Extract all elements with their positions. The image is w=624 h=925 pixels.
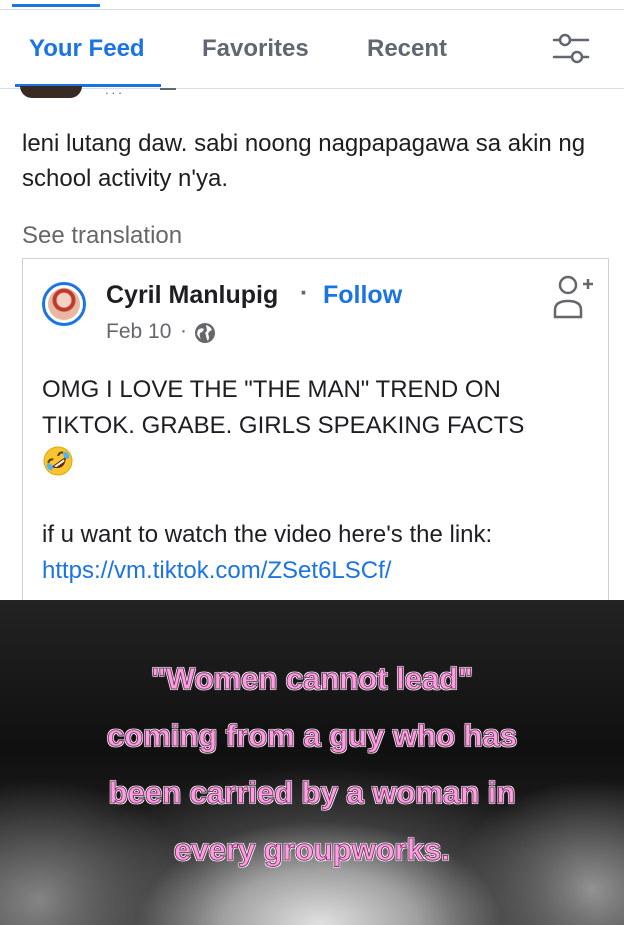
video-caption-line: been carried by a woman in: [108, 775, 516, 811]
follow-button[interactable]: Follow: [323, 281, 402, 310]
feed-tab-bar: Your Feed Favorites Recent: [0, 10, 624, 89]
previous-post-meta-fragment: ...: [105, 82, 125, 97]
date-separator: ·: [180, 319, 187, 342]
tab-favorites[interactable]: Favorites: [202, 35, 309, 63]
top-edge: [0, 0, 624, 10]
shared-post-card[interactable]: Cyril Manlupig · Follow Feb 10 · OMG I L…: [22, 258, 609, 619]
link-intro-text: if u want to watch the video here's the …: [42, 521, 493, 548]
author-separator: ·: [300, 279, 309, 307]
author-avatar[interactable]: [42, 282, 86, 326]
tab-recent[interactable]: Recent: [367, 35, 447, 63]
see-translation-link[interactable]: See translation: [22, 222, 182, 250]
top-active-indicator: [12, 4, 100, 7]
video-caption-line: every groupworks.: [174, 832, 451, 868]
previous-post-avatar: [20, 86, 82, 98]
post-text: leni lutang daw. sabi noong nagpapagawa …: [22, 130, 586, 192]
video-preview[interactable]: "Women cannot lead" coming from a guy wh…: [0, 600, 624, 925]
globe-icon: [195, 323, 215, 343]
shared-post-body: OMG I LOVE THE "THE MAN" TREND ON TIKTOK…: [42, 376, 525, 439]
tab-your-feed[interactable]: Your Feed: [29, 35, 145, 63]
video-caption-line: coming from a guy who has: [107, 718, 518, 754]
add-friend-icon[interactable]: [551, 273, 595, 321]
author-name[interactable]: Cyril Manlupig: [106, 281, 278, 310]
rolling-on-floor-laughing-emoji-icon: [43, 446, 73, 476]
previous-post-meta-fragment-line: [160, 88, 176, 90]
filter-icon[interactable]: [548, 32, 594, 70]
post-date[interactable]: Feb 10: [106, 320, 171, 344]
video-caption-line: "Women cannot lead": [151, 661, 474, 697]
author-avatar-image: [48, 288, 80, 320]
tiktok-link[interactable]: https://vm.tiktok.com/ZSet6LSCf/: [42, 553, 391, 589]
